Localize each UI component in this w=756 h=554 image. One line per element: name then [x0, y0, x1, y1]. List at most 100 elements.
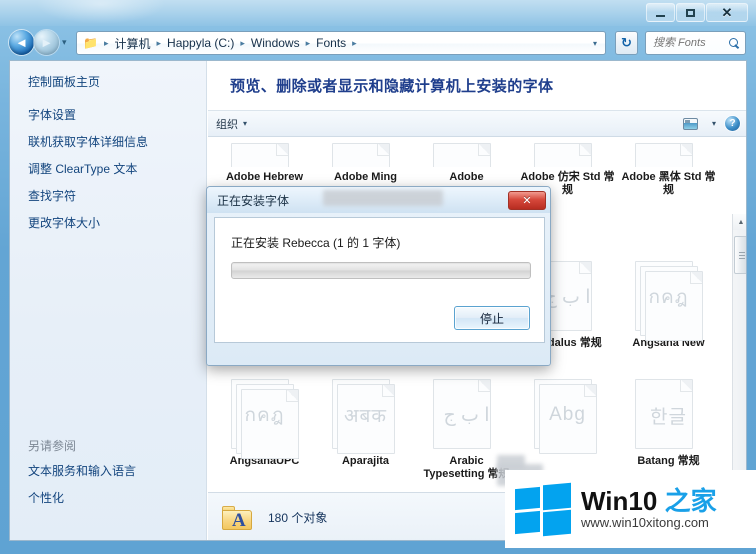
screenshot-root: ✕ ◄ ► ▾ 📁 ▸ 计算机 ▸ Happyla (C:) ▸ Windows…: [0, 0, 756, 554]
font-glyph: ا ب ج: [443, 404, 490, 426]
font-tile[interactable]: กคฎ AngsanaUPC: [214, 379, 315, 497]
watermark-title-main: Win10: [581, 486, 665, 516]
font-preview: [533, 143, 602, 167]
installing-fonts-dialog: 正在安装字体 ✕ 正在安装 Rebecca (1 的 1 字体) 停止: [206, 186, 551, 366]
font-sheet-icon: [230, 143, 289, 167]
stop-button-label: 停止: [479, 311, 504, 326]
blurred-region: [497, 455, 525, 469]
font-glyph: अबक: [344, 406, 387, 427]
vertical-scrollbar[interactable]: ▲ ▼: [732, 214, 746, 514]
search-icon: [729, 37, 740, 49]
breadcrumb-separator: ▸: [305, 37, 311, 48]
back-arrow-icon: ◄: [15, 35, 28, 50]
back-button[interactable]: ◄: [9, 30, 34, 55]
address-bar[interactable]: 📁 ▸ 计算机 ▸ Happyla (C:) ▸ Windows ▸ Fonts…: [76, 31, 606, 55]
font-name: Batang 常规: [637, 455, 700, 467]
dialog-title: 正在安装字体: [217, 193, 290, 208]
minimize-icon: [656, 14, 665, 17]
watermark-url: www.win10xitong.com: [581, 515, 709, 530]
font-name: Adobe: [449, 171, 484, 183]
sidebar-item-get-font-details-online[interactable]: 联机获取字体详细信息: [28, 135, 206, 150]
blurred-region: [323, 190, 443, 206]
scrollbar-thumb[interactable]: [734, 236, 746, 274]
navigation-bar: ◄ ► ▾ 📁 ▸ 计算机 ▸ Happyla (C:) ▸ Windows ▸: [0, 29, 756, 58]
font-preview: [432, 143, 501, 167]
window-controls: ✕: [645, 3, 748, 22]
breadcrumb-separator: ▸: [240, 37, 245, 48]
forward-arrow-icon: ►: [40, 35, 53, 50]
nav-arrows: ◄ ► ▾: [9, 30, 67, 55]
sidebar-item-font-settings[interactable]: 字体设置: [28, 108, 206, 123]
stop-button[interactable]: 停止: [454, 306, 530, 330]
windows-logo-icon: [515, 482, 571, 537]
font-glyph: กคฎ: [244, 405, 285, 426]
install-progress-bar: [231, 262, 531, 279]
organize-label: 组织: [216, 118, 238, 131]
close-icon: ✕: [522, 194, 532, 207]
font-sheet-icon: [432, 143, 491, 167]
content-header: 预览、删除或者显示和隐藏计算机上安装的字体: [208, 61, 746, 111]
view-chevron-down-icon[interactable]: ▾: [712, 119, 716, 128]
item-count: 180 个对象: [268, 511, 328, 525]
sidebar-see-also: 另请参阅 文本服务和输入语言 个性化: [28, 437, 136, 518]
font-preview: กคฎ: [230, 379, 299, 459]
search-box[interactable]: [645, 31, 746, 55]
organize-button[interactable]: 组织 ▾: [216, 116, 247, 132]
close-button[interactable]: ✕: [706, 3, 748, 22]
history-dropdown-icon[interactable]: ▾: [62, 37, 67, 48]
folder-letter-a-icon: A: [232, 509, 246, 531]
refresh-button[interactable]: ↻: [615, 31, 638, 55]
sidebar-item-control-panel-home[interactable]: 控制面板主页: [28, 75, 206, 90]
titlebar: ✕: [0, 0, 756, 28]
dialog-close-button[interactable]: ✕: [508, 190, 546, 210]
breadcrumb: 📁 ▸ 计算机 ▸ Happyla (C:) ▸ Windows ▸ Fonts…: [81, 34, 589, 53]
breadcrumb-separator: ▸: [103, 37, 109, 48]
minimize-button[interactable]: [646, 3, 675, 22]
font-name: Adobe Hebrew: [225, 171, 303, 183]
sidebar-item-text-services[interactable]: 文本服务和输入语言: [28, 464, 136, 479]
font-tile[interactable]: Adobe 黑体 Std 常规: [618, 143, 719, 261]
watermark-title-accent: 之家: [664, 486, 717, 516]
dialog-message: 正在安装 Rebecca (1 的 1 字体): [231, 236, 401, 250]
font-preview: [331, 143, 400, 167]
font-preview: [230, 143, 299, 167]
sidebar: 控制面板主页 字体设置 联机获取字体详细信息 调整 ClearType 文本 查…: [10, 61, 207, 540]
breadcrumb-item-drive[interactable]: Happyla (C:): [165, 35, 236, 51]
breadcrumb-item-fonts[interactable]: Fonts: [314, 35, 348, 51]
address-dropdown-icon[interactable]: ▾: [589, 39, 601, 48]
font-preview: [634, 143, 703, 167]
font-tile[interactable]: กคฎ Angsana New: [618, 261, 719, 379]
forward-button[interactable]: ►: [34, 30, 59, 55]
toolbar-right: ▾ ?: [682, 116, 740, 131]
font-glyph: 한글: [650, 406, 687, 428]
font-sheet-icon: [331, 143, 390, 167]
font-preview: กคฎ: [634, 261, 703, 341]
scroll-up-button[interactable]: ▲: [733, 214, 746, 230]
view-options-icon[interactable]: [682, 117, 698, 130]
sidebar-item-find-character[interactable]: 查找字符: [28, 189, 206, 204]
breadcrumb-folder-icon[interactable]: 📁: [81, 35, 100, 51]
sidebar-item-change-font-size[interactable]: 更改字体大小: [28, 216, 206, 231]
font-sheet-icon: [634, 143, 693, 167]
sidebar-item-personalization[interactable]: 个性化: [28, 491, 136, 506]
breadcrumb-item-windows[interactable]: Windows: [249, 35, 302, 51]
close-icon: ✕: [721, 5, 733, 20]
maximize-button[interactable]: [676, 3, 705, 22]
search-input[interactable]: [651, 36, 729, 50]
breadcrumb-separator: ▸: [352, 37, 357, 48]
page-title: 预览、删除或者显示和隐藏计算机上安装的字体: [230, 78, 554, 95]
maximize-icon: [686, 8, 695, 17]
help-icon[interactable]: ?: [725, 116, 740, 131]
font-name: Adobe Ming: [334, 171, 397, 183]
breadcrumb-item-computer[interactable]: 计算机: [112, 34, 152, 53]
refresh-icon: ↻: [621, 35, 632, 50]
watermark-text: Win10 之家 www.win10xitong.com: [581, 487, 717, 531]
font-preview: अबक: [331, 379, 400, 454]
font-preview: 한글: [634, 379, 703, 451]
see-also-header: 另请参阅: [28, 439, 77, 453]
font-tile[interactable]: अबक Aparajita: [315, 379, 416, 497]
watermark-title: Win10 之家: [581, 487, 717, 515]
dialog-body: 正在安装 Rebecca (1 的 1 字体) 停止: [214, 217, 545, 343]
sidebar-item-adjust-cleartype[interactable]: 调整 ClearType 文本: [28, 162, 206, 177]
font-name: Aparajita: [341, 455, 390, 467]
